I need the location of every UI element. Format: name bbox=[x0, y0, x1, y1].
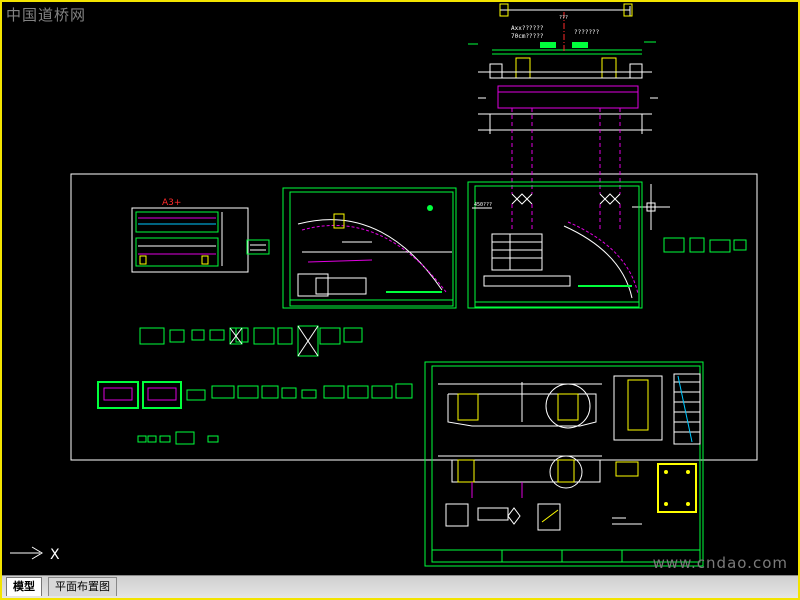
detail-thumbnails-row-2 bbox=[97, 381, 413, 409]
plan-sheet-curve-1 bbox=[282, 187, 457, 309]
pier-section-drawing bbox=[468, 3, 658, 232]
detail-thumbnails-row-1 bbox=[139, 325, 363, 357]
tab-layout-plan[interactable]: 平面布置图 bbox=[48, 577, 117, 596]
layout-boundary bbox=[70, 173, 758, 461]
deck-right-note: ??????? bbox=[574, 29, 600, 36]
crosshair-cursor-icon bbox=[632, 184, 670, 230]
pier-note: 450??? bbox=[474, 202, 492, 208]
plan-sheet-curve-2 bbox=[467, 181, 643, 309]
detail-thumbnails-row-3 bbox=[137, 431, 219, 445]
cap-beam-detail-sheet bbox=[424, 361, 704, 567]
detail-thumbnails-right bbox=[663, 237, 747, 253]
a3-sheet-thumbnail bbox=[131, 207, 249, 273]
cad-window: ??? Axx?????? 70cm????? ??????? A3+ 450?… bbox=[0, 0, 800, 600]
ucs-x-label: X bbox=[50, 547, 60, 563]
top-span-dimension: ??? bbox=[559, 15, 568, 21]
legend-box bbox=[246, 239, 270, 255]
deck-left-note-2: 70cm????? bbox=[511, 33, 544, 40]
watermark-top: 中国道桥网 bbox=[6, 6, 87, 24]
deck-left-note: Axx?????? bbox=[511, 25, 544, 32]
tab-model[interactable]: 模型 bbox=[6, 577, 42, 596]
sheet-size-label: A3+ bbox=[162, 198, 181, 208]
layout-tab-bar: 模型 平面布置图 bbox=[2, 575, 798, 598]
watermark-bottom: www.cndao.com bbox=[652, 554, 788, 572]
ucs-icon: X bbox=[10, 546, 60, 563]
model-space-canvas[interactable]: ??? Axx?????? 70cm????? ??????? A3+ 450?… bbox=[2, 2, 798, 574]
